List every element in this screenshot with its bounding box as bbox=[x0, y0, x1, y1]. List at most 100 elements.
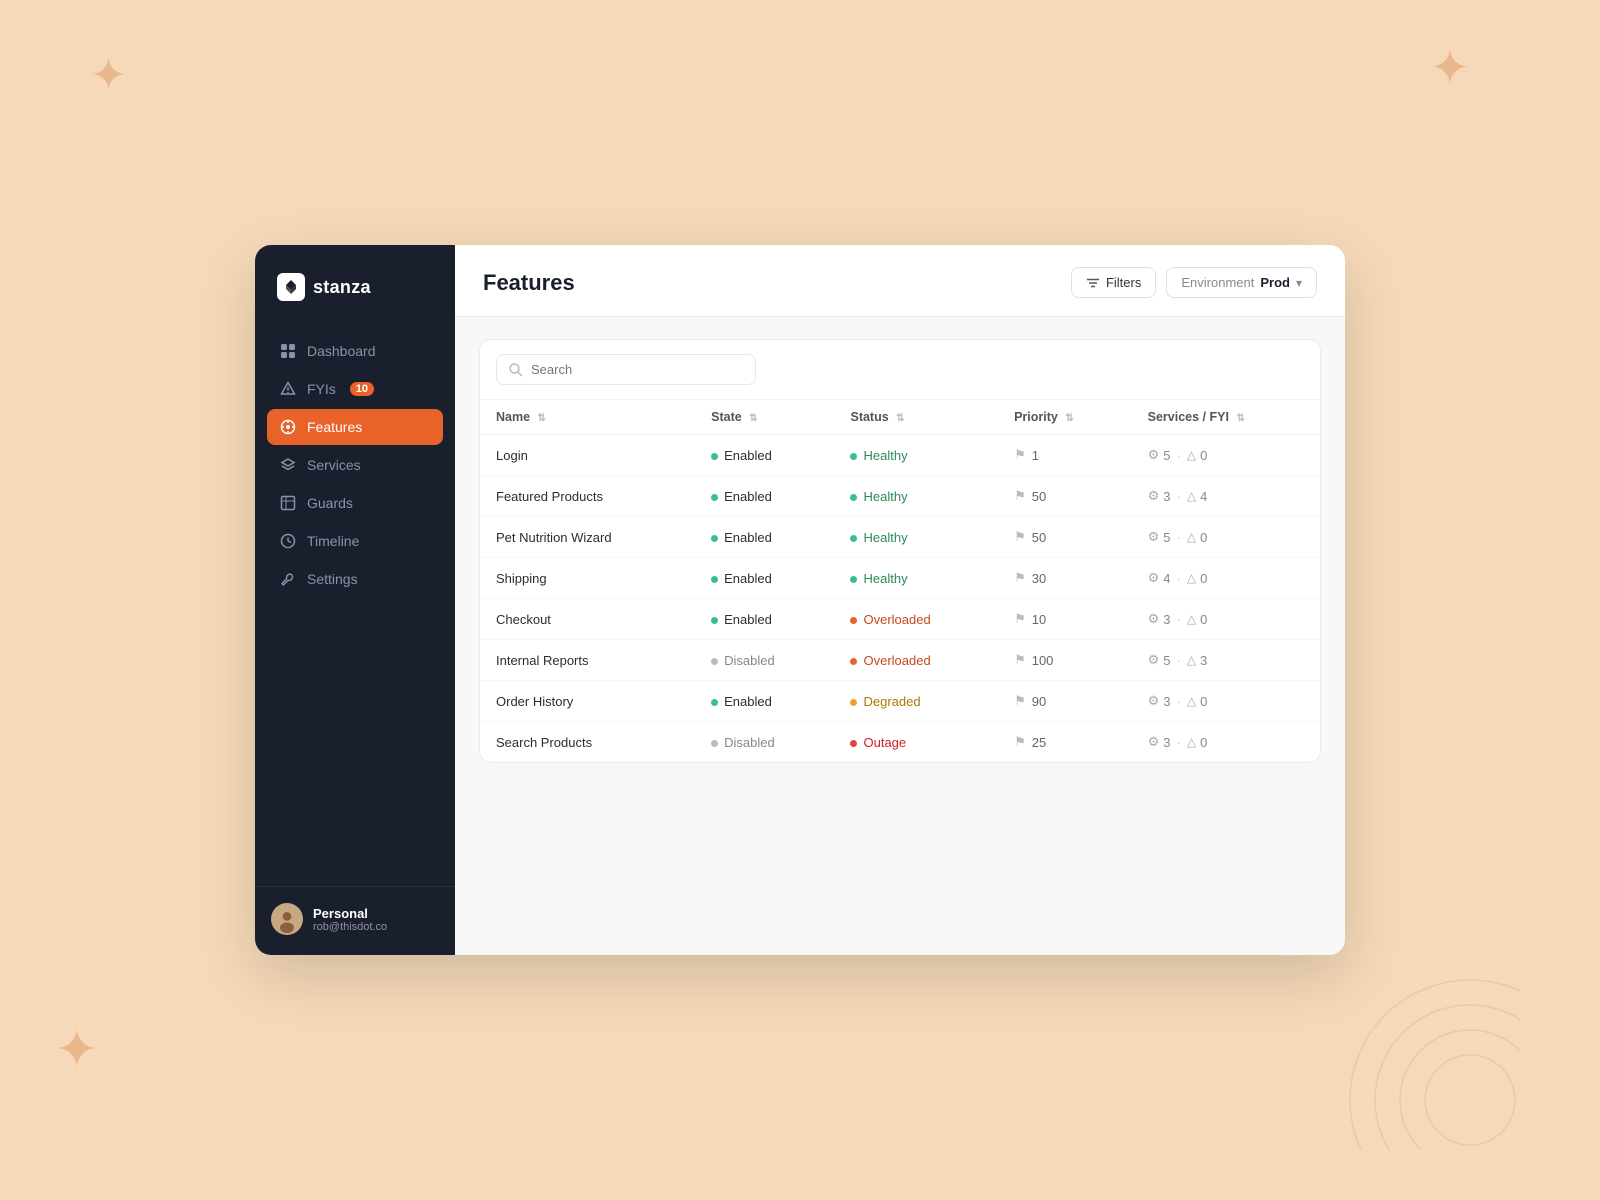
main-header: Features Filters Environment Prod ▾ bbox=[455, 245, 1345, 317]
cell-services-fyi: ⚙ 3 · △ 4 bbox=[1132, 476, 1320, 517]
cell-state: Enabled bbox=[695, 599, 834, 640]
table-row[interactable]: Pet Nutrition WizardEnabledHealthy⚑50 ⚙ … bbox=[480, 517, 1320, 558]
table-row[interactable]: Order HistoryEnabledDegraded⚑90 ⚙ 3 · △ … bbox=[480, 681, 1320, 722]
grid-icon bbox=[279, 342, 297, 360]
sort-icon-name: ⇅ bbox=[538, 413, 546, 424]
cell-status: Overloaded bbox=[834, 640, 998, 681]
cell-services-fyi: ⚙ 3 · △ 0 bbox=[1132, 599, 1320, 640]
decorative-star-2: ✦ bbox=[1430, 40, 1470, 96]
features-table-container: Name ⇅ State ⇅ Status ⇅ bbox=[479, 339, 1321, 763]
page-title: Features bbox=[483, 270, 575, 296]
gear-icon: ⚙ bbox=[1148, 488, 1160, 504]
decorative-circles bbox=[1320, 950, 1520, 1150]
table-row[interactable]: Featured ProductsEnabledHealthy⚑50 ⚙ 3 ·… bbox=[480, 476, 1320, 517]
search-input[interactable] bbox=[531, 362, 743, 377]
sidebar-item-services-label: Services bbox=[307, 457, 361, 473]
cell-state: Enabled bbox=[695, 517, 834, 558]
search-bar bbox=[480, 340, 1320, 400]
cell-status: Healthy bbox=[834, 476, 998, 517]
sidebar-item-guards[interactable]: Guards bbox=[267, 485, 443, 521]
gear-icon: ⚙ bbox=[1148, 529, 1160, 545]
content-area: Name ⇅ State ⇅ Status ⇅ bbox=[455, 317, 1345, 955]
sort-icon-priority: ⇅ bbox=[1065, 413, 1073, 424]
features-icon bbox=[279, 418, 297, 436]
gear-icon: ⚙ bbox=[1148, 693, 1160, 709]
header-actions: Filters Environment Prod ▾ bbox=[1071, 267, 1317, 298]
cell-state: Enabled bbox=[695, 435, 834, 476]
cell-priority: ⚑100 bbox=[998, 640, 1132, 681]
cell-status: Outage bbox=[834, 722, 998, 763]
cell-state: Disabled bbox=[695, 722, 834, 763]
cell-priority: ⚑25 bbox=[998, 722, 1132, 763]
gear-icon: ⚙ bbox=[1148, 652, 1160, 668]
sidebar-item-settings-label: Settings bbox=[307, 571, 358, 587]
user-name: Personal bbox=[313, 906, 387, 921]
cell-services-fyi: ⚙ 4 · △ 0 bbox=[1132, 558, 1320, 599]
sidebar-item-settings[interactable]: Settings bbox=[267, 561, 443, 597]
cell-priority: ⚑90 bbox=[998, 681, 1132, 722]
logo-text: stanza bbox=[313, 277, 371, 298]
flag-icon: ⚑ bbox=[1014, 447, 1026, 463]
sidebar-nav: Dashboard FYIs 10 bbox=[255, 325, 455, 886]
col-services-fyi[interactable]: Services / FYI ⇅ bbox=[1132, 400, 1320, 435]
search-input-wrapper[interactable] bbox=[496, 354, 756, 385]
cell-name: Shipping bbox=[480, 558, 695, 599]
alert-icon bbox=[279, 380, 297, 398]
main-content: Features Filters Environment Prod ▾ bbox=[455, 245, 1345, 955]
cell-state: Enabled bbox=[695, 681, 834, 722]
cell-name: Pet Nutrition Wizard bbox=[480, 517, 695, 558]
flag-icon: ⚑ bbox=[1014, 734, 1026, 750]
filter-icon bbox=[1086, 276, 1100, 290]
flag-icon: ⚑ bbox=[1014, 570, 1026, 586]
flag-icon: ⚑ bbox=[1014, 611, 1026, 627]
table-row[interactable]: ShippingEnabledHealthy⚑30 ⚙ 4 · △ 0 bbox=[480, 558, 1320, 599]
sort-icon-services: ⇅ bbox=[1236, 413, 1244, 424]
gear-icon: ⚙ bbox=[1148, 570, 1160, 586]
table-row[interactable]: CheckoutEnabledOverloaded⚑10 ⚙ 3 · △ 0 bbox=[480, 599, 1320, 640]
chevron-down-icon: ▾ bbox=[1296, 276, 1302, 290]
table-row[interactable]: LoginEnabledHealthy⚑1 ⚙ 5 · △ 0 bbox=[480, 435, 1320, 476]
cell-name: Search Products bbox=[480, 722, 695, 763]
cell-state: Disabled bbox=[695, 640, 834, 681]
sidebar-item-services[interactable]: Services bbox=[267, 447, 443, 483]
table-row[interactable]: Internal ReportsDisabledOverloaded⚑100 ⚙… bbox=[480, 640, 1320, 681]
env-selector[interactable]: Environment Prod ▾ bbox=[1166, 267, 1317, 298]
cell-services-fyi: ⚙ 5 · △ 0 bbox=[1132, 517, 1320, 558]
sidebar-footer: Personal rob@thisdot.co bbox=[255, 886, 455, 955]
col-status[interactable]: Status ⇅ bbox=[834, 400, 998, 435]
warning-icon: △ bbox=[1187, 530, 1196, 544]
cell-name: Order History bbox=[480, 681, 695, 722]
env-value: Prod bbox=[1260, 275, 1290, 290]
wrench-icon bbox=[279, 570, 297, 588]
col-name[interactable]: Name ⇅ bbox=[480, 400, 695, 435]
cell-status: Healthy bbox=[834, 517, 998, 558]
sidebar: stanza Dashboard bbox=[255, 245, 455, 955]
flag-icon: ⚑ bbox=[1014, 652, 1026, 668]
sidebar-item-timeline[interactable]: Timeline bbox=[267, 523, 443, 559]
filters-label: Filters bbox=[1106, 275, 1141, 290]
cell-name: Login bbox=[480, 435, 695, 476]
warning-icon: △ bbox=[1187, 694, 1196, 708]
filters-button[interactable]: Filters bbox=[1071, 267, 1156, 298]
cell-priority: ⚑1 bbox=[998, 435, 1132, 476]
user-info: Personal rob@thisdot.co bbox=[313, 906, 387, 933]
cell-services-fyi: ⚙ 3 · △ 0 bbox=[1132, 681, 1320, 722]
cell-services-fyi: ⚙ 3 · △ 0 bbox=[1132, 722, 1320, 763]
avatar bbox=[271, 903, 303, 935]
sidebar-item-dashboard-label: Dashboard bbox=[307, 343, 376, 359]
col-priority[interactable]: Priority ⇅ bbox=[998, 400, 1132, 435]
col-state[interactable]: State ⇅ bbox=[695, 400, 834, 435]
features-table: Name ⇅ State ⇅ Status ⇅ bbox=[480, 400, 1320, 762]
table-row[interactable]: Search ProductsDisabledOutage⚑25 ⚙ 3 · △… bbox=[480, 722, 1320, 763]
app-window: stanza Dashboard bbox=[255, 245, 1345, 955]
warning-icon: △ bbox=[1187, 448, 1196, 462]
sidebar-item-fyis[interactable]: FYIs 10 bbox=[267, 371, 443, 407]
sidebar-item-dashboard[interactable]: Dashboard bbox=[267, 333, 443, 369]
cell-services-fyi: ⚙ 5 · △ 0 bbox=[1132, 435, 1320, 476]
env-label: Environment bbox=[1181, 275, 1254, 290]
fyis-badge: 10 bbox=[350, 382, 374, 396]
gear-icon: ⚙ bbox=[1148, 447, 1160, 463]
sidebar-item-features-label: Features bbox=[307, 419, 362, 435]
sidebar-item-fyis-label: FYIs bbox=[307, 381, 336, 397]
sidebar-item-features[interactable]: Features bbox=[267, 409, 443, 445]
